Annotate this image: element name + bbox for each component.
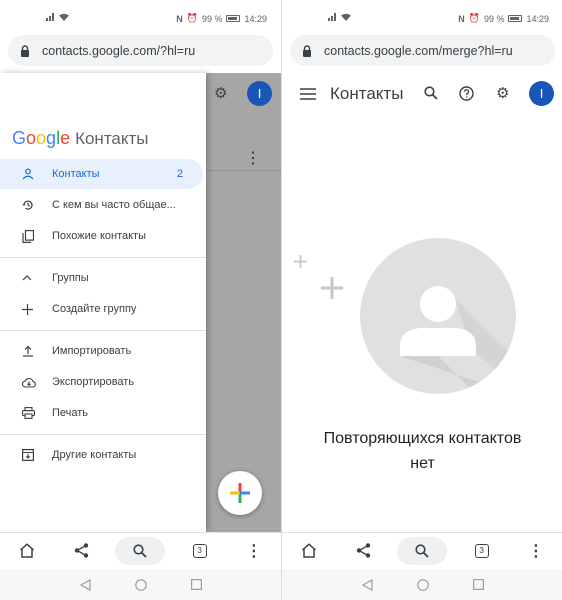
tabs-button[interactable]: 3 (180, 537, 220, 565)
search-icon[interactable] (424, 86, 438, 105)
nav-item-duplicates[interactable]: Похожие контакты (0, 221, 203, 251)
tab-count: 3 (192, 543, 207, 558)
search-button[interactable] (397, 536, 448, 565)
address-bar[interactable]: contacts.google.com/merge?hl=ru (290, 35, 555, 66)
search-icon (133, 543, 148, 558)
share-icon (74, 543, 88, 558)
share-icon (356, 543, 370, 558)
hamburger-menu-icon[interactable] (300, 87, 316, 105)
google-logo: Google (12, 128, 71, 148)
archive-icon (0, 449, 52, 461)
search-button[interactable] (115, 536, 166, 565)
back-icon[interactable] (361, 578, 373, 591)
home-icon (20, 543, 35, 558)
url-text: contacts.google.com/merge?hl=ru (324, 43, 513, 58)
large-plus-decoration (321, 277, 343, 304)
create-contact-fab[interactable] (218, 471, 262, 515)
battery-percent: 99 % (483, 13, 505, 24)
home-icon (302, 543, 317, 558)
home-button[interactable] (289, 537, 329, 565)
nav-item-groups[interactable]: Группы (0, 263, 203, 293)
back-icon[interactable] (79, 578, 91, 591)
browser-bottom-bar: 3 ⋮ (0, 532, 281, 568)
settings-gear-icon[interactable]: ⚙ (214, 84, 227, 102)
tab-count: 3 (474, 543, 489, 558)
nav-item-other-contacts[interactable]: Другие контакты (0, 440, 203, 470)
left-phone-screen: N ⏰ 99 % 14:29 contacts.google.com/?hl=r… (0, 0, 281, 600)
browser-bottom-bar: 3 ⋮ (282, 532, 562, 568)
alarm-icon: ⏰ (468, 13, 480, 23)
app-title: Контакты (330, 84, 404, 103)
home-circle-icon[interactable] (134, 578, 147, 591)
empty-state-message: Повторяющихся контактов нет (323, 430, 522, 472)
more-vert-icon: ⋮ (245, 542, 262, 560)
person-icon (0, 168, 52, 180)
cloud-download-icon (0, 377, 52, 388)
nav-item-import[interactable]: Импортировать (0, 336, 203, 366)
navigation-drawer: Google Контакты Контакты 2 С кем вы част… (0, 73, 206, 532)
system-nav-bar (282, 569, 562, 600)
help-icon[interactable] (459, 86, 474, 106)
tabs-button[interactable]: 3 (462, 537, 502, 565)
system-nav-bar (0, 569, 281, 600)
recents-icon[interactable] (472, 579, 484, 590)
history-icon (0, 199, 52, 211)
person-silhouette-icon (400, 286, 516, 394)
copy-icon (0, 229, 52, 243)
wifi-icon (341, 13, 351, 21)
battery-icon (226, 15, 241, 22)
divider (0, 330, 206, 331)
signal-icon (46, 13, 55, 21)
nav-item-create-group[interactable]: Создайте группу (0, 294, 203, 324)
right-phone-screen: N ⏰ 99 % 14:29 contacts.google.com/merge… (282, 0, 562, 600)
chevron-up-icon (0, 275, 52, 281)
clock: 14:29 (244, 13, 267, 24)
account-avatar[interactable]: I (529, 81, 554, 106)
contacts-count: 2 (176, 168, 183, 180)
battery-icon (508, 15, 523, 22)
url-text: contacts.google.com/?hl=ru (42, 43, 196, 58)
battery-percent: 99 % (201, 13, 223, 24)
printer-icon (0, 407, 52, 419)
share-button[interactable] (61, 537, 101, 565)
colored-plus-icon (230, 483, 250, 503)
menu-button[interactable]: ⋮ (516, 537, 556, 565)
nav-item-print[interactable]: Печать (0, 398, 203, 428)
upload-icon (0, 345, 52, 357)
nfc-icon: N (176, 13, 183, 24)
nfc-icon: N (458, 13, 465, 24)
status-bar: N ⏰ 99 % 14:29 (0, 0, 281, 34)
lock-icon (20, 44, 32, 57)
divider (0, 434, 206, 435)
alarm-icon: ⏰ (186, 13, 198, 23)
status-bar: N ⏰ 99 % 14:29 (282, 0, 562, 34)
nav-item-frequent[interactable]: С кем вы часто общае... (0, 190, 203, 220)
signal-icon (328, 13, 337, 21)
home-circle-icon[interactable] (416, 578, 429, 591)
nav-item-contacts[interactable]: Контакты 2 (0, 159, 203, 189)
share-button[interactable] (343, 537, 383, 565)
google-contacts-logo: Google Контакты (12, 128, 149, 149)
plus-icon (0, 303, 52, 315)
home-button[interactable] (7, 537, 47, 565)
account-avatar[interactable]: I (247, 81, 272, 106)
lock-icon (302, 44, 314, 57)
product-name: Контакты (75, 129, 149, 148)
small-plus-decoration (294, 253, 307, 273)
wifi-icon (59, 13, 69, 21)
more-vert-icon: ⋮ (527, 542, 544, 560)
settings-gear-icon[interactable]: ⚙ (496, 84, 509, 102)
address-bar[interactable]: contacts.google.com/?hl=ru (8, 35, 273, 66)
search-icon (415, 543, 430, 558)
nav-item-export[interactable]: Экспортировать (0, 367, 203, 397)
clock: 14:29 (526, 13, 549, 24)
divider (0, 257, 206, 258)
empty-state-illustration (360, 238, 516, 394)
menu-button[interactable]: ⋮ (234, 537, 274, 565)
recents-icon[interactable] (190, 579, 202, 590)
